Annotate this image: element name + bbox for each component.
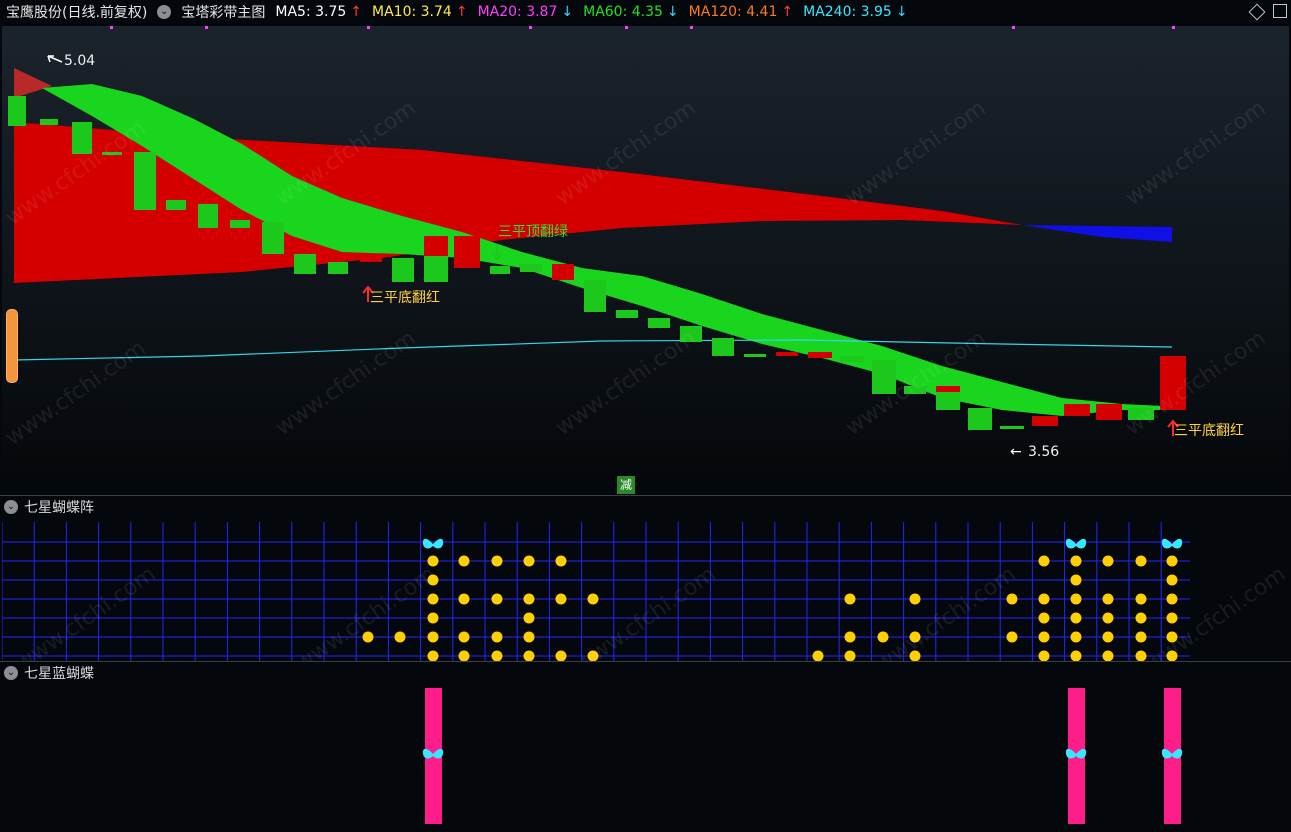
ma60-arrow: ↓ [666, 4, 679, 20]
ma20-readout: MA20: 3.87 ↓ [478, 4, 574, 20]
ma10-arrow: ↑ [455, 4, 468, 20]
panel3-header: ⌄ 七星蓝蝴蝶 [4, 663, 94, 683]
ma120-readout: MA120: 4.41 ↑ [689, 4, 793, 20]
ma5-label: MA5: 3.75 [275, 4, 347, 20]
ma120-arrow: ↑ [781, 4, 794, 20]
svg-text:www.cfchi.com: www.cfchi.com [841, 96, 990, 211]
svg-text:www.cfchi.com: www.cfchi.com [291, 562, 440, 662]
high-price-label: 5.04 [64, 53, 96, 69]
panel2-title: 七星蝴蝶阵 [24, 500, 94, 516]
ma60-label: MA60: 4.35 [583, 4, 663, 20]
ma120-label: MA120: 4.41 [688, 4, 778, 20]
red-band-start [14, 68, 52, 98]
annotation-top-green: 三平顶翻绿 [498, 224, 568, 240]
ma20-arrow: ↓ [561, 4, 574, 20]
blue-butterfly-svg [422, 688, 1183, 824]
ma60-readout: MA60: 4.35 ↓ [583, 4, 679, 20]
ma5-readout: MA5: 3.75 ↑ [275, 4, 362, 20]
ma240-readout: MA240: 3.95 ↓ [803, 4, 907, 20]
blue-butterfly-panel[interactable] [2, 684, 1289, 828]
panel2-header: ⌄ 七星蝴蝶阵 [4, 497, 94, 517]
main-chart-svg: www.cfchi.com www.cfchi.com www.cfchi.co… [1, 26, 1271, 451]
butterfly-icon [1065, 538, 1087, 549]
svg-text:www.cfchi.com: www.cfchi.com [1141, 562, 1289, 662]
svg-text:www.cfchi.com: www.cfchi.com [551, 326, 700, 441]
low-arrow: ← [1010, 444, 1022, 460]
butterfly-array-panel[interactable]: www.cfchi.com www.cfchi.com www.cfchi.co… [1, 522, 1291, 677]
butterfly-icon [1161, 538, 1183, 549]
ma10-readout: MA10: 3.74 ↑ [372, 4, 468, 20]
reduce-badge: 减 [617, 476, 635, 494]
butterfly-array-svg: www.cfchi.com www.cfchi.com www.cfchi.co… [1, 522, 1291, 677]
panel-divider-1 [0, 495, 1291, 496]
main-chart-area[interactable]: www.cfchi.com www.cfchi.com www.cfchi.co… [1, 26, 1289, 480]
low-price-label: 3.56 [1028, 444, 1060, 460]
ma5-arrow: ↑ [350, 4, 363, 20]
svg-text:www.cfchi.com: www.cfchi.com [1121, 96, 1270, 211]
annotation-bottom-red-2: 三平底翻红 [1174, 423, 1244, 439]
chevron-down-icon[interactable]: ⌄ [4, 666, 18, 680]
panel-divider-2 [0, 661, 1291, 662]
top-tick-marks [110, 26, 1175, 29]
chart-header: 宝鹰股份(日线.前复权) ⌄ 宝塔彩带主图 MA5: 3.75 ↑ MA10: … [0, 0, 1291, 24]
ma240-label: MA240: 3.95 [803, 4, 892, 20]
stock-title[interactable]: 宝鹰股份(日线.前复权) [6, 2, 147, 22]
annotation-bottom-red-1: 三平底翻红 [370, 290, 440, 306]
blue-band [1022, 225, 1172, 242]
ma240-line [13, 339, 1173, 361]
chevron-down-icon[interactable]: ⌄ [157, 5, 172, 19]
butterfly-icon [422, 538, 444, 549]
svg-text:www.cfchi.com: www.cfchi.com [2, 336, 151, 451]
vertical-scroll-handle[interactable] [6, 309, 18, 383]
window-restore-icon[interactable] [1273, 4, 1287, 18]
ma10-label: MA10: 3.74 [372, 4, 452, 20]
watermark: www.cfchi.com www.cfchi.com www.cfchi.co… [11, 562, 1290, 677]
ma20-label: MA20: 3.87 [477, 4, 558, 20]
diamond-icon[interactable] [1248, 3, 1266, 21]
panel3-title: 七星蓝蝴蝶 [24, 666, 94, 682]
indicator-title[interactable]: 宝塔彩带主图 [181, 2, 265, 22]
chevron-down-icon[interactable]: ⌄ [4, 500, 18, 514]
svg-text:www.cfchi.com: www.cfchi.com [11, 562, 160, 662]
svg-text:www.cfchi.com: www.cfchi.com [871, 562, 1020, 662]
svg-text:www.cfchi.com: www.cfchi.com [271, 326, 420, 441]
header-icons [1248, 3, 1287, 21]
ma240-arrow: ↓ [895, 4, 908, 20]
